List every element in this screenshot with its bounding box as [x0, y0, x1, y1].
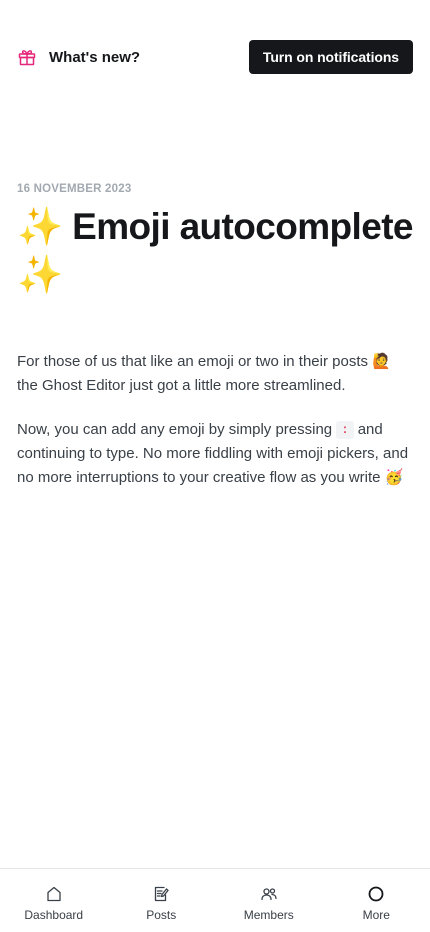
members-icon: [260, 885, 278, 903]
page: What's new? Turn on notifications 16 NOV…: [0, 0, 430, 932]
whats-new-label: What's new?: [49, 48, 141, 66]
gift-icon: [17, 47, 37, 67]
tab-members-label: Members: [243, 908, 294, 922]
article: 16 NOVEMBER 2023 ✨ Emoji autocomplete ✨ …: [17, 183, 414, 510]
article-date: 16 NOVEMBER 2023: [17, 183, 132, 195]
tab-posts[interactable]: Posts: [108, 869, 216, 932]
tab-posts-label: Posts: [146, 908, 177, 922]
home-icon: [45, 885, 63, 903]
article-paragraph-1: For those of us that like an emoji or tw…: [17, 353, 391, 394]
tab-more-label: More: [362, 908, 390, 922]
colon-key-code: :: [336, 421, 354, 439]
circle-icon: [367, 885, 385, 903]
turn-on-notifications-button[interactable]: Turn on notifications: [248, 40, 413, 74]
header: What's new? Turn on notifications: [17, 40, 413, 74]
article-body: For those of us that like an emoji or tw…: [17, 350, 413, 490]
whats-new-link[interactable]: What's new?: [17, 47, 140, 67]
tab-dashboard-label: Dashboard: [24, 908, 84, 922]
tab-members[interactable]: Members: [215, 869, 323, 932]
tab-more[interactable]: More: [323, 869, 430, 932]
paragraph-2-text-before: Now, you can add any emoji by simply pre…: [17, 421, 333, 438]
edit-icon: [152, 885, 170, 903]
article-title: ✨ Emoji autocomplete ✨: [17, 206, 414, 295]
bottom-tab-bar: Dashboard Posts Members More: [0, 868, 430, 932]
article-paragraph-2: Now, you can add any emoji by simply pre…: [17, 418, 413, 490]
tab-dashboard[interactable]: Dashboard: [0, 869, 108, 932]
